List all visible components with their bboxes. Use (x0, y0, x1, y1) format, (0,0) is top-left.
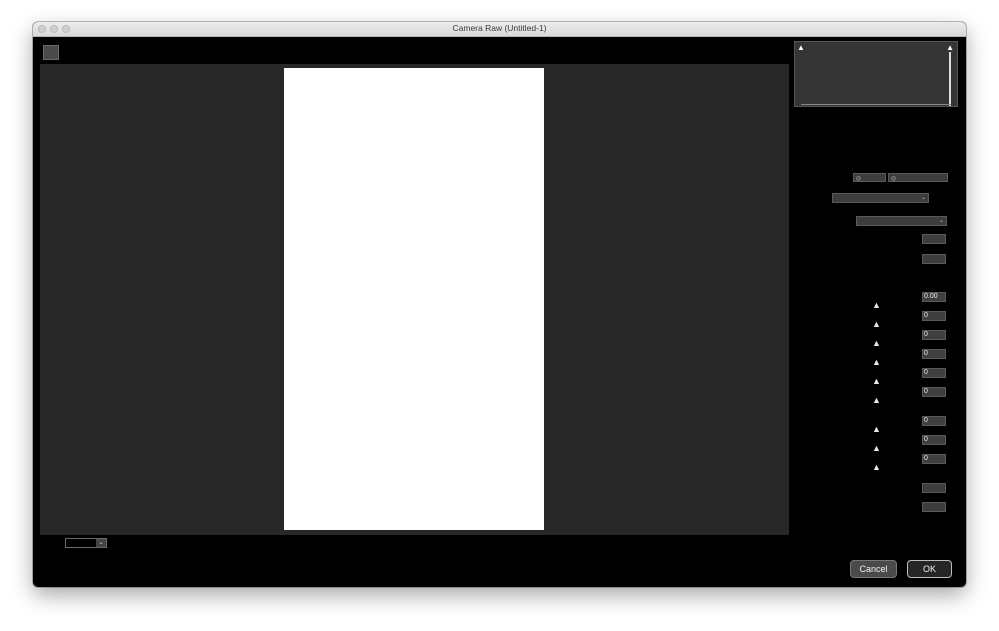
clarity-field[interactable]: 0 (922, 435, 946, 445)
dehaze-field[interactable]: 0 (922, 454, 946, 464)
whites-field[interactable]: 0 (922, 368, 946, 378)
tint-field[interactable] (922, 254, 946, 264)
chevron-down-icon: ⌄ (938, 218, 944, 224)
shadows-slider-thumb[interactable]: ▲ (872, 358, 881, 367)
blacks-field[interactable]: 0 (922, 387, 946, 397)
chevron-down-icon: ⌄ (96, 539, 106, 547)
camera-raw-window: Camera Raw (Untitled-1) ⌄ ▲ ▲ ⌄ ⌄ 0.00 0… (33, 22, 966, 587)
texture-slider-thumb[interactable]: ▲ (872, 425, 881, 434)
contrast-field[interactable]: 0 (922, 311, 946, 321)
title-bar: Camera Raw (Untitled-1) (33, 22, 966, 37)
zoom-level-value (66, 539, 96, 547)
radio-icon (856, 176, 861, 181)
clarity-slider-thumb[interactable]: ▲ (872, 444, 881, 453)
exposure-slider-thumb[interactable]: ▲ (872, 301, 881, 310)
profile-dropdown[interactable]: ⌄ (832, 193, 929, 203)
zoom-level-select[interactable]: ⌄ (65, 538, 107, 548)
shadow-clipping-warning-icon[interactable]: ▲ (797, 44, 805, 52)
ok-button[interactable]: OK (907, 560, 952, 578)
window-title: Camera Raw (Untitled-1) (452, 23, 547, 33)
view-toggle-right[interactable] (888, 173, 948, 182)
whites-slider-thumb[interactable]: ▲ (872, 377, 881, 386)
saturation-field[interactable] (922, 502, 946, 512)
shadows-field[interactable]: 0 (922, 349, 946, 359)
radio-icon (891, 176, 896, 181)
vibrance-field[interactable] (922, 483, 946, 493)
tool-button[interactable] (43, 45, 59, 60)
highlights-field[interactable]: 0 (922, 330, 946, 340)
histogram-spike (949, 52, 951, 106)
image-preview-area[interactable] (40, 64, 789, 535)
cancel-button[interactable]: Cancel (850, 560, 897, 578)
temperature-field[interactable] (922, 234, 946, 244)
highlight-clipping-warning-icon[interactable]: ▲ (946, 44, 954, 52)
texture-field[interactable]: 0 (922, 416, 946, 426)
contrast-slider-thumb[interactable]: ▲ (872, 320, 881, 329)
histogram: ▲ ▲ (794, 41, 958, 107)
white-balance-dropdown[interactable]: ⌄ (856, 216, 947, 226)
dehaze-slider-thumb[interactable]: ▲ (872, 463, 881, 472)
view-toggle-left[interactable] (853, 173, 886, 182)
exposure-field[interactable]: 0.00 (922, 292, 946, 302)
chevron-down-icon: ⌄ (920, 195, 926, 201)
histogram-baseline (801, 104, 951, 105)
blacks-slider-thumb[interactable]: ▲ (872, 396, 881, 405)
highlights-slider-thumb[interactable]: ▲ (872, 339, 881, 348)
image-canvas (284, 68, 544, 530)
